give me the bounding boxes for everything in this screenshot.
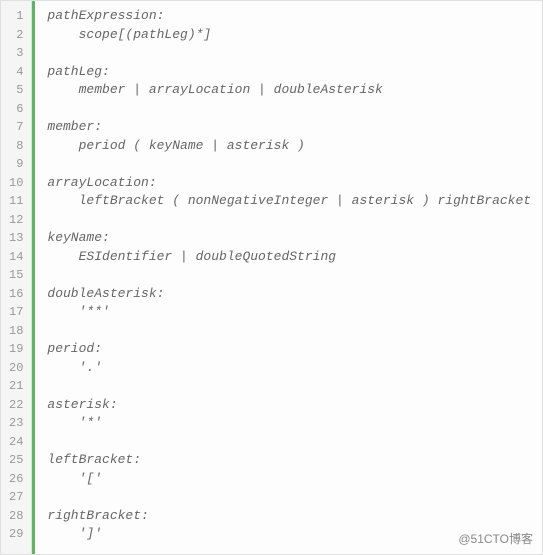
code-line: pathExpression:: [35, 7, 542, 26]
line-number: 18: [1, 322, 31, 341]
line-number: 2: [1, 26, 31, 45]
line-number: 25: [1, 451, 31, 470]
line-number: 13: [1, 229, 31, 248]
code-line: member:: [35, 118, 542, 137]
code-line: keyName:: [35, 229, 542, 248]
code-line: '*': [35, 414, 542, 433]
watermark-text: @51CTO博客: [458, 530, 533, 547]
code-content-area: pathExpression: scope[(pathLeg)*] pathLeg…: [32, 1, 542, 554]
line-number: 6: [1, 100, 31, 119]
line-number: 8: [1, 137, 31, 156]
code-line: [35, 44, 542, 63]
code-block: 1234567891011121314151617181920212223242…: [0, 0, 543, 555]
code-line: [35, 488, 542, 507]
code-line: asterisk:: [35, 396, 542, 415]
code-line: [35, 377, 542, 396]
code-line: arrayLocation:: [35, 174, 542, 193]
code-line: '**': [35, 303, 542, 322]
code-line: period:: [35, 340, 542, 359]
line-number: 28: [1, 507, 31, 526]
code-line: [35, 322, 542, 341]
code-line: ESIdentifier | doubleQuotedString: [35, 248, 542, 267]
line-number: 23: [1, 414, 31, 433]
line-number: 4: [1, 63, 31, 82]
line-number: 24: [1, 433, 31, 452]
code-line: [35, 211, 542, 230]
line-number: 21: [1, 377, 31, 396]
code-line: '.': [35, 359, 542, 378]
line-number: 5: [1, 81, 31, 100]
line-number: 1: [1, 7, 31, 26]
line-number: 16: [1, 285, 31, 304]
code-line: [35, 266, 542, 285]
line-number: 3: [1, 44, 31, 63]
line-number: 9: [1, 155, 31, 174]
line-number: 15: [1, 266, 31, 285]
code-line: [35, 155, 542, 174]
line-number: 22: [1, 396, 31, 415]
line-number: 29: [1, 525, 31, 544]
code-line: doubleAsterisk:: [35, 285, 542, 304]
code-line: pathLeg:: [35, 63, 542, 82]
line-number: 10: [1, 174, 31, 193]
code-line: [35, 433, 542, 452]
code-line: scope[(pathLeg)*]: [35, 26, 542, 45]
code-line: leftBracket ( nonNegativeInteger | aster…: [35, 192, 542, 211]
code-line: [35, 100, 542, 119]
line-number: 12: [1, 211, 31, 230]
line-number: 11: [1, 192, 31, 211]
line-number: 19: [1, 340, 31, 359]
code-line: member | arrayLocation | doubleAsterisk: [35, 81, 542, 100]
code-line: '[': [35, 470, 542, 489]
line-number: 26: [1, 470, 31, 489]
line-number-gutter: 1234567891011121314151617181920212223242…: [1, 1, 32, 554]
code-line: leftBracket:: [35, 451, 542, 470]
line-number: 7: [1, 118, 31, 137]
line-number: 20: [1, 359, 31, 378]
code-line: period ( keyName | asterisk ): [35, 137, 542, 156]
code-line: rightBracket:: [35, 507, 542, 526]
line-number: 14: [1, 248, 31, 267]
line-number: 17: [1, 303, 31, 322]
line-number: 27: [1, 488, 31, 507]
